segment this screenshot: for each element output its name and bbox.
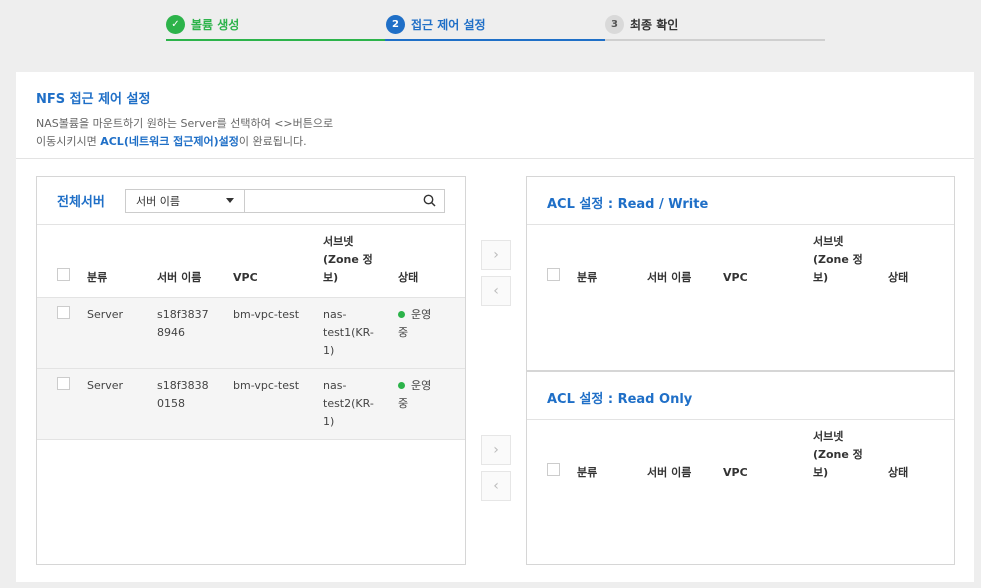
col-server-name: 서버 이름 bbox=[647, 271, 692, 284]
select-all-checkbox[interactable] bbox=[57, 268, 70, 281]
step-number: 2 bbox=[386, 14, 405, 34]
page-title: NFS 접근 제어 설정 bbox=[36, 92, 151, 107]
col-type: 분류 bbox=[87, 271, 108, 284]
acl-read-write-box: ACL 설정 : Read / Write 분류 서버 이름 VPC 서브넷 (… bbox=[526, 176, 955, 371]
server-toolbar: 전체서버 서버 이름 bbox=[37, 177, 465, 225]
step-final-confirm: 3 최종 확인 bbox=[605, 10, 678, 38]
row-checkbox[interactable] bbox=[57, 377, 70, 390]
col-server-name: 서버 이름 bbox=[157, 271, 202, 284]
col-status: 상태 bbox=[888, 271, 909, 284]
step-label: 접근 제어 설정 bbox=[411, 17, 486, 32]
status-running-icon bbox=[398, 311, 405, 318]
step-progress-line bbox=[166, 39, 385, 41]
panel-description: NAS볼륨을 마운트하기 원하는 Server를 선택하여 <>버튼으로 이동시… bbox=[36, 115, 954, 151]
table-header: 분류 서버 이름 VPC 서브넷 (Zone 정 보) 상태 bbox=[527, 420, 954, 492]
move-right-rw-button[interactable]: › bbox=[481, 240, 511, 270]
step-label: 최종 확인 bbox=[630, 17, 679, 32]
check-icon: ✓ bbox=[166, 14, 185, 34]
server-table: 분류 서버 이름 VPC 서브넷 (Zone 정 보) 상태 Server s1… bbox=[37, 225, 465, 440]
step-number: 3 bbox=[605, 14, 624, 34]
col-server-name: 서버 이름 bbox=[647, 466, 692, 479]
cell-subnet: nas- test1(KR- 1) bbox=[323, 308, 374, 357]
acl-read-write-table: 분류 서버 이름 VPC 서브넷 (Zone 정 보) 상태 bbox=[527, 225, 954, 297]
description-line: NAS볼륨을 마운트하기 원하는 Server를 선택하여 <>버튼으로 bbox=[36, 117, 334, 130]
nfs-access-panel: NFS 접근 제어 설정 NAS볼륨을 마운트하기 원하는 Server를 선택… bbox=[16, 72, 974, 582]
caret-down-icon bbox=[226, 198, 234, 203]
panel-header: NFS 접근 제어 설정 NAS볼륨을 마운트하기 원하는 Server를 선택… bbox=[16, 72, 974, 159]
cell-type: Server bbox=[87, 308, 124, 321]
description-line: 이동시키시면 ACL(네트워크 접근제어)설정이 완료됩니다. bbox=[36, 133, 954, 151]
move-left-rw-button[interactable]: ‹ bbox=[481, 276, 511, 306]
row-checkbox[interactable] bbox=[57, 306, 70, 319]
search-field-select[interactable]: 서버 이름 bbox=[125, 188, 245, 213]
step-access-control: 2 접근 제어 설정 bbox=[386, 10, 486, 38]
step-progress-line bbox=[385, 39, 605, 41]
search-input[interactable] bbox=[245, 188, 445, 213]
col-vpc: VPC bbox=[723, 271, 748, 284]
col-type: 분류 bbox=[577, 466, 598, 479]
description-text: 이 완료됩니다. bbox=[238, 135, 307, 148]
cell-subnet: nas- test2(KR- 1) bbox=[323, 379, 374, 428]
table-header: 분류 서버 이름 VPC 서브넷 (Zone 정 보) 상태 bbox=[37, 225, 465, 298]
table-row[interactable]: Server s18f3838 0158 bm-vpc-test nas- te… bbox=[37, 368, 465, 440]
cell-vpc: bm-vpc-test bbox=[233, 379, 300, 392]
step-label: 볼륨 생성 bbox=[191, 17, 240, 32]
step-progress-line bbox=[605, 39, 825, 41]
col-vpc: VPC bbox=[233, 271, 258, 284]
cell-server-name: s18f3838 0158 bbox=[157, 379, 209, 410]
select-all-checkbox[interactable] bbox=[547, 463, 560, 476]
col-subnet: 서브넷 (Zone 정 보) bbox=[813, 235, 863, 284]
table-row[interactable]: Server s18f3837 8946 bm-vpc-test nas- te… bbox=[37, 297, 465, 369]
move-right-ro-button[interactable]: › bbox=[481, 435, 511, 465]
col-subnet: 서브넷 (Zone 정 보) bbox=[813, 430, 863, 479]
acl-read-write-title: ACL 설정 : Read / Write bbox=[527, 177, 954, 225]
acl-highlight: ACL(네트워크 접근제어)설정 bbox=[100, 135, 239, 148]
acl-read-only-title: ACL 설정 : Read Only bbox=[527, 372, 954, 420]
acl-read-only-table: 분류 서버 이름 VPC 서브넷 (Zone 정 보) 상태 bbox=[527, 420, 954, 492]
cell-server-name: s18f3837 8946 bbox=[157, 308, 209, 339]
col-status: 상태 bbox=[888, 466, 909, 479]
move-left-ro-button[interactable]: ‹ bbox=[481, 471, 511, 501]
cell-type: Server bbox=[87, 379, 124, 392]
select-value: 서버 이름 bbox=[136, 194, 180, 208]
col-subnet: 서브넷 (Zone 정 보) bbox=[323, 235, 373, 284]
stepper: ✓ 볼륨 생성 2 접근 제어 설정 3 최종 확인 bbox=[166, 10, 825, 44]
cell-status: 운영 중 bbox=[392, 369, 465, 440]
col-type: 분류 bbox=[577, 271, 598, 284]
all-servers-title: 전체서버 bbox=[57, 195, 105, 210]
col-status: 상태 bbox=[398, 271, 419, 284]
search-icon[interactable] bbox=[423, 194, 436, 207]
cell-vpc: bm-vpc-test bbox=[233, 308, 300, 321]
all-servers-box: 전체서버 서버 이름 분류 서버 이름 VPC 서브넷 (Zone 정 보) 상… bbox=[36, 176, 466, 565]
table-header: 분류 서버 이름 VPC 서브넷 (Zone 정 보) 상태 bbox=[527, 225, 954, 297]
select-all-checkbox[interactable] bbox=[547, 268, 560, 281]
col-vpc: VPC bbox=[723, 466, 748, 479]
cell-status: 운영 중 bbox=[392, 298, 465, 369]
description-text: 이동시키시면 bbox=[36, 135, 101, 148]
acl-read-only-box: ACL 설정 : Read Only 분류 서버 이름 VPC 서브넷 (Zon… bbox=[526, 371, 955, 565]
step-volume-create: ✓ 볼륨 생성 bbox=[166, 10, 239, 38]
status-running-icon bbox=[398, 382, 405, 389]
